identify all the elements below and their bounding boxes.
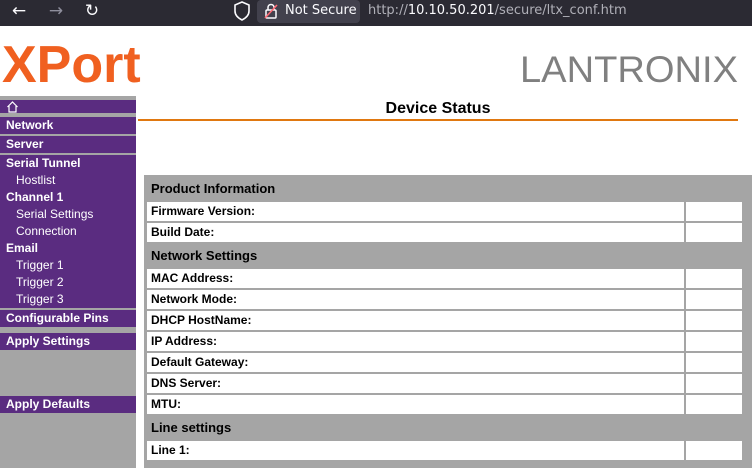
back-arrow-icon[interactable]: ←	[8, 0, 30, 22]
mtu-value	[686, 395, 742, 414]
url-path: /secure/ltx_conf.htm	[494, 3, 627, 18]
build-date-value	[686, 223, 742, 242]
sidebar-item-connection[interactable]: Connection	[0, 223, 136, 240]
apply-settings-button[interactable]: Apply Settings	[0, 333, 136, 350]
home-icon	[7, 101, 18, 113]
insecure-lock-icon	[264, 3, 278, 19]
sidebar-home-link[interactable]	[0, 100, 136, 113]
forward-arrow-icon[interactable]: →	[45, 0, 67, 22]
tracking-shield-icon[interactable]	[233, 1, 251, 21]
default-gateway-value	[686, 353, 742, 372]
address-bar[interactable]: http://10.10.50.201/secure/ltx_conf.htm	[368, 0, 627, 22]
url-scheme: http://	[368, 3, 408, 18]
sidebar-menu: Network Server Serial Tunnel Hostlist Ch…	[0, 96, 136, 468]
sidebar-item-channel-1[interactable]: Channel 1	[0, 189, 136, 206]
build-date-label: Build Date:	[147, 223, 684, 242]
sidebar-item-email[interactable]: Email	[0, 240, 136, 257]
url-host: 10.10.50.201	[407, 3, 495, 18]
svg-text:LANTRONIX: LANTRONIX	[520, 49, 738, 88]
default-gateway-label: Default Gateway:	[147, 353, 684, 372]
mac-address-label: MAC Address:	[147, 269, 684, 288]
device-status-table: Product Information Firmware Version: Bu…	[144, 175, 752, 468]
title-divider	[138, 119, 738, 121]
dns-server-label: DNS Server:	[147, 374, 684, 393]
reload-icon[interactable]: ↻	[81, 0, 103, 22]
section-product-information: Product Information	[151, 181, 276, 196]
sidebar-item-trigger-3[interactable]: Trigger 3	[0, 291, 136, 308]
sidebar-item-trigger-1[interactable]: Trigger 1	[0, 257, 136, 274]
sidebar-item-server[interactable]: Server	[0, 136, 136, 153]
sidebar-item-network[interactable]: Network	[0, 117, 136, 134]
not-secure-label: Not Secure	[285, 3, 357, 18]
xport-logo: XPort	[2, 38, 141, 88]
network-mode-value	[686, 290, 742, 309]
sidebar-item-hostlist[interactable]: Hostlist	[0, 172, 136, 189]
page-header: XPort LANTRONIX	[0, 26, 752, 96]
section-line-settings: Line settings	[151, 420, 232, 435]
dhcp-hostname-label: DHCP HostName:	[147, 311, 684, 330]
sidebar-item-serial-settings[interactable]: Serial Settings	[0, 206, 136, 223]
line-1-value	[686, 441, 742, 460]
line-1-label: Line 1:	[147, 441, 684, 460]
browser-toolbar: ← → ↻ Not Secure http://10.10.50.201/sec…	[0, 0, 752, 26]
site-security-indicator[interactable]: Not Secure	[257, 0, 360, 23]
ip-address-label: IP Address:	[147, 332, 684, 351]
mac-address-value	[686, 269, 742, 288]
mtu-label: MTU:	[147, 395, 684, 414]
dhcp-hostname-value	[686, 311, 742, 330]
section-network-settings: Network Settings	[151, 248, 258, 263]
sidebar-item-configurable-pins[interactable]: Configurable Pins	[0, 310, 136, 327]
firmware-version-label: Firmware Version:	[147, 202, 684, 221]
lantronix-logo: LANTRONIX	[520, 49, 738, 88]
sidebar-item-trigger-2[interactable]: Trigger 2	[0, 274, 136, 291]
svg-text:XPort: XPort	[2, 38, 141, 88]
ip-address-value	[686, 332, 742, 351]
dns-server-value	[686, 374, 742, 393]
apply-defaults-button[interactable]: Apply Defaults	[0, 396, 136, 413]
firmware-version-value	[686, 202, 742, 221]
sidebar-item-serial-tunnel[interactable]: Serial Tunnel	[0, 155, 136, 172]
page-title: Device Status	[385, 100, 491, 117]
network-mode-label: Network Mode:	[147, 290, 684, 309]
